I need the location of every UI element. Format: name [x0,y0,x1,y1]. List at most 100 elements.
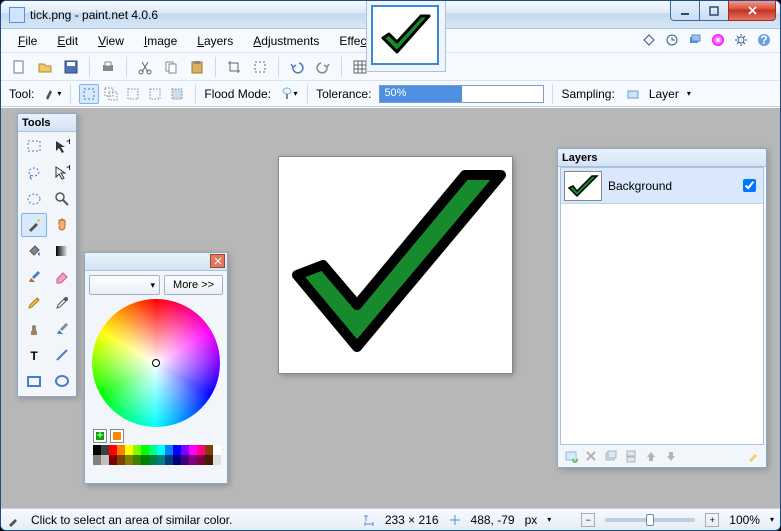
color-swatch[interactable] [197,445,205,455]
sampling-dropdown[interactable]: ▾ [687,89,691,98]
text-tool[interactable]: T [21,343,47,367]
recolor-tool[interactable] [49,317,75,341]
zoom-dropdown[interactable]: ▾ [770,515,774,524]
magic-wand-tool[interactable] [21,213,47,237]
zoom-out-icon[interactable]: − [581,513,595,527]
print-icon[interactable] [98,57,118,77]
color-swatch[interactable] [205,455,213,465]
rect-select-tool[interactable] [21,135,47,159]
new-file-icon[interactable] [9,57,29,77]
move-selection-tool[interactable]: + [49,135,75,159]
layers-window-toggle[interactable] [685,30,705,50]
color-swatch[interactable] [205,445,213,455]
flood-mode-dropdown[interactable]: ▾ [279,84,299,104]
gradient-tool[interactable] [49,239,75,263]
maximize-button[interactable] [699,1,729,21]
menu-file[interactable]: File [11,32,44,50]
selection-subtract-icon[interactable] [123,84,143,104]
color-swatch[interactable] [173,455,181,465]
selection-replace-icon[interactable] [79,84,99,104]
lasso-tool[interactable] [21,161,47,185]
delete-layer-icon[interactable] [584,449,598,463]
redo-icon[interactable] [313,57,333,77]
color-picker-tool[interactable] [49,291,75,315]
tools-window-toggle[interactable] [639,30,659,50]
color-swatch[interactable] [181,445,189,455]
merge-down-icon[interactable] [624,449,638,463]
close-button[interactable] [728,1,776,21]
selection-intersect-icon[interactable] [145,84,165,104]
layer-properties-icon[interactable] [746,449,760,463]
cut-icon[interactable] [135,57,155,77]
color-swatch[interactable] [101,445,109,455]
color-swatch[interactable] [141,455,149,465]
color-swatch[interactable] [117,455,125,465]
color-swatch[interactable] [165,455,173,465]
menu-image[interactable]: Image [137,32,184,50]
menu-adjustments[interactable]: Adjustments [246,32,326,50]
tool-dropdown[interactable]: ▾ [42,84,62,104]
open-file-icon[interactable] [35,57,55,77]
eraser-tool[interactable] [49,265,75,289]
selection-add-icon[interactable] [101,84,121,104]
add-layer-icon[interactable]: + [564,449,578,463]
menu-layers[interactable]: Layers [190,32,240,50]
color-swatch[interactable] [93,445,101,455]
color-swatch[interactable] [189,455,197,465]
image-thumbnail[interactable] [371,5,439,65]
color-swatch[interactable] [197,455,205,465]
save-icon[interactable] [61,57,81,77]
tools-panel-title[interactable]: Tools [18,114,76,132]
ellipse-select-tool[interactable] [21,187,47,211]
color-swatch[interactable] [213,445,221,455]
history-window-toggle[interactable] [662,30,682,50]
move-selected-pixels-tool[interactable]: + [49,161,75,185]
crop-icon[interactable] [224,57,244,77]
units-dropdown[interactable]: ▾ [547,515,551,524]
color-swatch[interactable] [149,455,157,465]
color-swatch[interactable] [93,455,101,465]
canvas[interactable] [279,157,512,373]
color-swatch[interactable] [125,445,133,455]
more-button[interactable]: More >> [164,275,223,295]
color-wheel[interactable] [92,299,220,427]
color-swatch[interactable] [117,445,125,455]
clone-stamp-tool[interactable] [21,317,47,341]
move-layer-down-icon[interactable] [664,449,678,463]
copy-icon[interactable] [161,57,181,77]
zoom-in-icon[interactable]: + [705,513,719,527]
colors-window-toggle[interactable] [708,30,728,50]
paintbrush-tool[interactable] [21,265,47,289]
color-swatch[interactable] [125,455,133,465]
pan-tool[interactable] [49,213,75,237]
layer-visibility-checkbox[interactable] [743,179,756,192]
selection-invert-icon[interactable] [167,84,187,104]
paint-bucket-tool[interactable] [21,239,47,263]
line-tool[interactable] [49,343,75,367]
paste-icon[interactable] [187,57,207,77]
zoom-slider[interactable] [605,518,695,522]
color-swatch[interactable] [101,455,109,465]
color-swatch[interactable] [133,455,141,465]
rectangle-tool[interactable] [21,369,47,393]
undo-icon[interactable] [287,57,307,77]
colors-panel-header[interactable] [85,253,227,271]
add-swatch-icon[interactable]: + [93,429,107,443]
colors-panel-close-icon[interactable] [210,254,225,268]
color-swatch[interactable] [157,445,165,455]
color-swatch[interactable] [109,455,117,465]
help-icon[interactable]: ? [754,30,774,50]
tolerance-slider[interactable]: 50% [379,85,544,103]
zoom-tool[interactable] [49,187,75,211]
pencil-tool[interactable] [21,291,47,315]
menu-view[interactable]: View [91,32,131,50]
color-swatch[interactable] [181,455,189,465]
color-swatch[interactable] [133,445,141,455]
deselect-icon[interactable] [250,57,270,77]
color-swatch[interactable] [157,455,165,465]
color-swatches[interactable] [93,445,219,465]
color-swatch[interactable] [189,445,197,455]
color-swatch[interactable] [213,455,221,465]
menu-edit[interactable]: Edit [50,32,85,50]
color-mode-dropdown[interactable] [89,275,160,295]
